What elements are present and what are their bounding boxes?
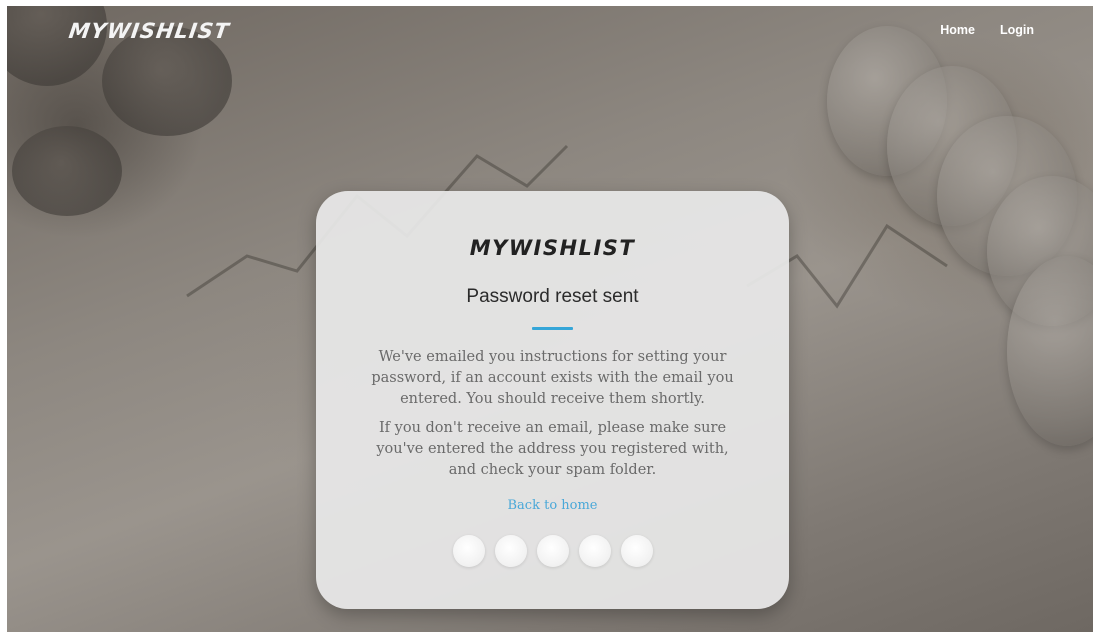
- decorative-dots: [316, 535, 789, 567]
- decorative-dot: [620, 535, 653, 567]
- top-navigation-bar: MYWISHLIST Home Login: [7, 6, 1093, 58]
- nav-home-link[interactable]: Home: [940, 23, 975, 37]
- decorative-dot: [536, 535, 569, 567]
- background-coin: [987, 176, 1093, 326]
- background-coin: [887, 66, 1017, 226]
- main-nav: Home Login: [940, 23, 1034, 37]
- decorative-dot: [578, 535, 611, 567]
- back-to-home-link[interactable]: Back to home: [316, 498, 789, 513]
- background-coin: [1007, 256, 1093, 446]
- password-reset-card: MYWISHLIST Password reset sent We've ema…: [316, 191, 789, 609]
- page-viewport: MYWISHLIST Home Login MYWISHLIST Passwor…: [7, 6, 1093, 632]
- nav-login-link[interactable]: Login: [1000, 23, 1034, 37]
- reset-message-primary: We've emailed you instructions for setti…: [371, 349, 734, 407]
- brand-logo[interactable]: MYWISHLIST: [67, 19, 231, 43]
- decorative-dot: [494, 535, 527, 567]
- decorative-dot: [452, 535, 485, 567]
- background-calculator-key: [12, 126, 122, 216]
- title-divider: [532, 327, 573, 330]
- background-coin: [937, 116, 1077, 276]
- reset-message-secondary: If you don't receive an email, please ma…: [376, 420, 729, 478]
- card-brand-logo: MYWISHLIST: [469, 236, 636, 260]
- card-title: Password reset sent: [466, 286, 639, 307]
